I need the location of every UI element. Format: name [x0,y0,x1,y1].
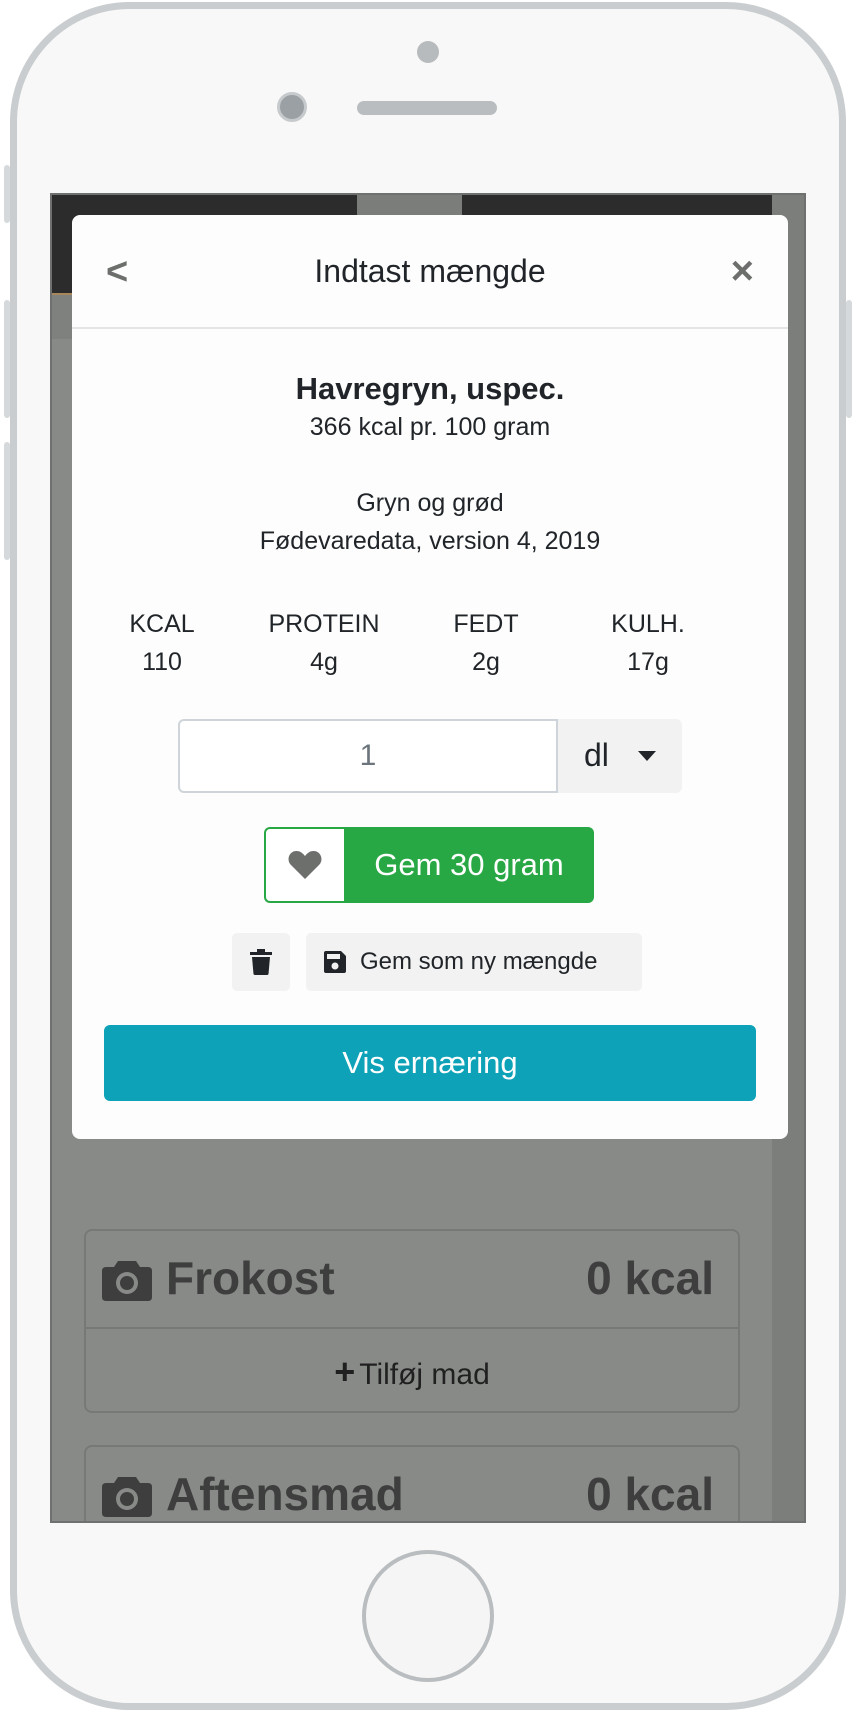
modal-title: Indtast mængde [314,253,546,289]
unit-select[interactable]: dl [558,719,682,793]
save-button-group: Gem 30 gram [264,827,594,903]
macro-value: 2g [472,648,500,676]
modal-header: < Indtast mængde × [72,215,788,329]
meal-kcal: 0 kcal [586,1468,714,1520]
camera-icon[interactable] [102,1257,152,1301]
delete-button[interactable] [232,933,290,991]
heart-icon [288,851,322,879]
save-icon [324,951,346,973]
camera-icon[interactable] [102,1473,152,1517]
trash-icon [250,949,272,975]
meal-kcal: 0 kcal [586,1252,714,1304]
meal-card-footer: + Tilføj mad [86,1329,738,1411]
app-screen: +Tilføj mad Frokost 0 kcal +Tilføj mad [50,193,806,1523]
meal-title: Frokost [166,1252,335,1304]
amount-input[interactable]: 1 [178,719,558,793]
phone-sensor [417,41,439,63]
macro-label: KULH. [611,610,685,638]
macro-value: 17g [627,648,669,676]
meal-card-header: Frokost 0 kcal [86,1231,738,1329]
meal-card-dinner: Aftensmad 0 kcal [84,1445,740,1521]
macro-protein: PROTEIN 4g [234,605,414,681]
phone-power-button [846,300,852,418]
show-nutrition-button[interactable]: Vis ernæring [104,1025,756,1101]
amount-modal: < Indtast mængde × Havregryn, uspec. 366… [72,215,788,1139]
favorite-button[interactable] [264,827,344,903]
food-kcal: 366 kcal pr. 100 gram [309,413,551,441]
food-name: Havregryn, uspec. [295,371,565,406]
macro-carbs: KULH. 17g [558,605,738,681]
close-button[interactable]: × [731,249,754,294]
food-category: Gryn og grød [356,489,504,517]
macro-label: PROTEIN [268,610,380,638]
chevron-down-icon [638,751,656,761]
phone-volume-down [4,442,10,560]
macro-value: 110 [142,648,182,676]
save-new-amount-button[interactable]: Gem som ny mængde [306,933,642,991]
macro-label: KCAL [129,610,195,638]
macro-fat: FEDT 2g [396,605,576,681]
food-source: Fødevaredata, version 4, 2019 [259,527,601,555]
macro-kcal: KCAL 110 [72,605,252,681]
background-tab [357,195,462,215]
phone-front-camera [277,92,307,122]
phone-speaker [357,101,497,115]
meal-title: Aftensmad [166,1468,404,1520]
add-food-button[interactable]: +Tilføj mad [86,1351,738,1393]
save-new-amount-label: Gem som ny mængde [360,948,598,975]
phone-home-button[interactable] [362,1550,494,1682]
macro-label: FEDT [453,610,519,638]
macro-value: 4g [310,648,338,676]
meal-card-header: Aftensmad 0 kcal [86,1447,738,1521]
phone-side-button [4,165,10,223]
meal-card-lunch: Frokost 0 kcal + Tilføj mad [84,1229,740,1413]
plus-icon: + [334,1351,356,1392]
phone-volume-up [4,300,10,418]
save-button[interactable]: Gem 30 gram [344,827,594,903]
unit-select-value: dl [584,737,609,773]
